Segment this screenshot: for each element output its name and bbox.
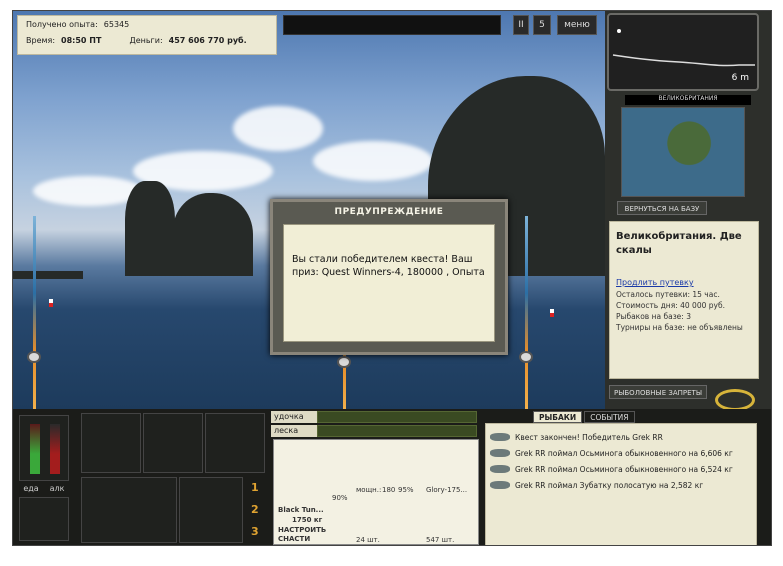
player-info: Получено опыта: 65345 Время: 08:50 ПТ Де… [17,15,277,55]
bait-qty: 547 шт. [426,536,455,544]
reel-icon [337,356,351,368]
rod-tension: удочка [271,411,477,423]
top-status-strip [283,15,501,35]
slot-2[interactable]: 2 [251,503,259,516]
cloud [233,106,323,151]
list-item: Grek RR поймал Осьминога обыкновенного н… [490,462,752,476]
fish-weight: 1750 кг [292,516,323,524]
reel-power-value: 180 [382,486,396,494]
menu-button[interactable]: меню [557,15,597,35]
exp-value: 65345 [103,20,130,29]
money-value: 457 606 770 руб. [168,36,247,45]
fishing-rod-1[interactable] [33,216,36,409]
fishing-bans-button[interactable]: РЫБОЛОВНЫЕ ЗАПРЕТЫ [609,385,707,399]
events-log: Квест закончен! Победитель Grek RR Grek … [485,423,757,545]
landing-net-icon[interactable] [179,477,243,543]
food-button[interactable]: еда [19,484,43,493]
tab-anglers[interactable]: РЫБАКИ [533,411,583,423]
line-label: леска [271,425,317,437]
time-value: 08:50 ПТ [61,36,102,45]
slot-3[interactable]: 3 [251,525,259,538]
dialog-body: Вы стали победителем квеста! Ваш приз: Q… [283,224,495,342]
shore [13,271,83,279]
reel-icon [519,351,533,363]
bobber-icon [550,309,554,317]
alcohol-button[interactable]: алк [45,484,69,493]
exp-label: Получено опыта: [26,20,98,29]
anglers-count: Рыбаков на базе: 3 [616,312,691,321]
reel-percent: 95% [398,486,414,494]
fish-icon [490,433,510,441]
warning-dialog: ПРЕДУПРЕЖДЕНИЕ Вы стали победителем квес… [270,199,508,355]
fishing-scene[interactable]: Получено опыта: 65345 Время: 08:50 ПТ Де… [13,11,605,409]
day-cost: Стоимость дня: 40 000 руб. [616,301,725,310]
fish-icon [490,449,510,457]
line-tension-bar [317,425,477,437]
list-item: Квест закончен! Победитель Grek RR [490,430,752,444]
hook-qty: 24 шт. [356,536,380,544]
event-tabs: РЫБАКИ СОБЫТИЯ [533,411,635,423]
reel-power-label: мощн.: [356,486,382,494]
money-label: Деньги: [129,36,163,45]
list-item: Grek RR поймал Зубатку полосатую на 2,58… [490,478,752,492]
echo-sounder-icon[interactable] [205,413,265,473]
rock [125,181,175,276]
depth-sonar: 6 m [607,13,759,91]
depth-value: 6 m [731,73,749,83]
bobber-icon [49,299,53,307]
backpack-icon[interactable] [143,413,203,473]
rod-percent: 90% [332,494,348,502]
satiety-meter [19,415,69,481]
fish-icon [490,465,510,473]
tackle-panel: Black Tun... 1750 кг 90% НАСТРОИТЬ СНАСТ… [273,439,479,545]
tension-bars: удочка леска [271,411,477,437]
tackle-box-icon[interactable] [81,413,141,473]
fishing-rod-3[interactable] [525,216,528,409]
slot-1[interactable]: 1 [251,481,259,494]
fish-icon [490,481,510,489]
gold-fish-icon[interactable] [715,389,755,411]
time-label: Время: [26,36,56,45]
extend-permit-link[interactable]: Продлить путевку [616,278,752,287]
location-title: Великобритания. Две скалы [616,231,742,256]
tab-events[interactable]: СОБЫТИЯ [584,411,635,423]
right-panel: 6 m ВЕЛИКОБРИТАНИЯ ВЕРНУТЬСЯ НА БАЗУ Вел… [605,11,771,411]
list-item: Grek RR поймал Осьминога обыкновенного н… [490,446,752,460]
line-tension: леска [271,425,477,437]
return-to-base-button[interactable]: ВЕРНУТЬСЯ НА БАЗУ [617,201,707,215]
cloud [313,141,433,181]
basket-icon[interactable] [81,477,177,543]
location-info: Великобритания. Две скалы Продлить путев… [609,221,759,379]
bottom-panel: еда алк 1 2 3 удочка леска Black Tun... … [13,409,771,545]
game-window: Получено опыта: 65345 Время: 08:50 ПТ Де… [12,10,772,546]
setup-tackle-button[interactable]: НАСТРОИТЬ СНАСТИ [278,526,328,544]
speed-button[interactable]: 5 [533,15,551,35]
tournaments-status: Турниры на базе: не объявлены [616,323,743,332]
rock [173,193,253,276]
dialog-title: ПРЕДУПРЕЖДЕНИЕ [334,207,444,217]
location-map[interactable] [621,107,745,197]
reel-icon [27,351,41,363]
map-title: ВЕЛИКОБРИТАНИЯ [625,95,751,105]
rod-label: удочка [271,411,317,423]
rod-tension-bar [317,411,477,423]
lure-name: Glory-175... [426,486,468,494]
fish-name: Black Tun... [278,506,324,514]
permit-remaining: Осталось путевки: 15 час. [616,290,720,299]
bag-icon[interactable] [19,497,69,541]
pause-button[interactable]: II [513,15,529,35]
dialog-message: Вы стали победителем квеста! Ваш приз: Q… [292,254,485,278]
